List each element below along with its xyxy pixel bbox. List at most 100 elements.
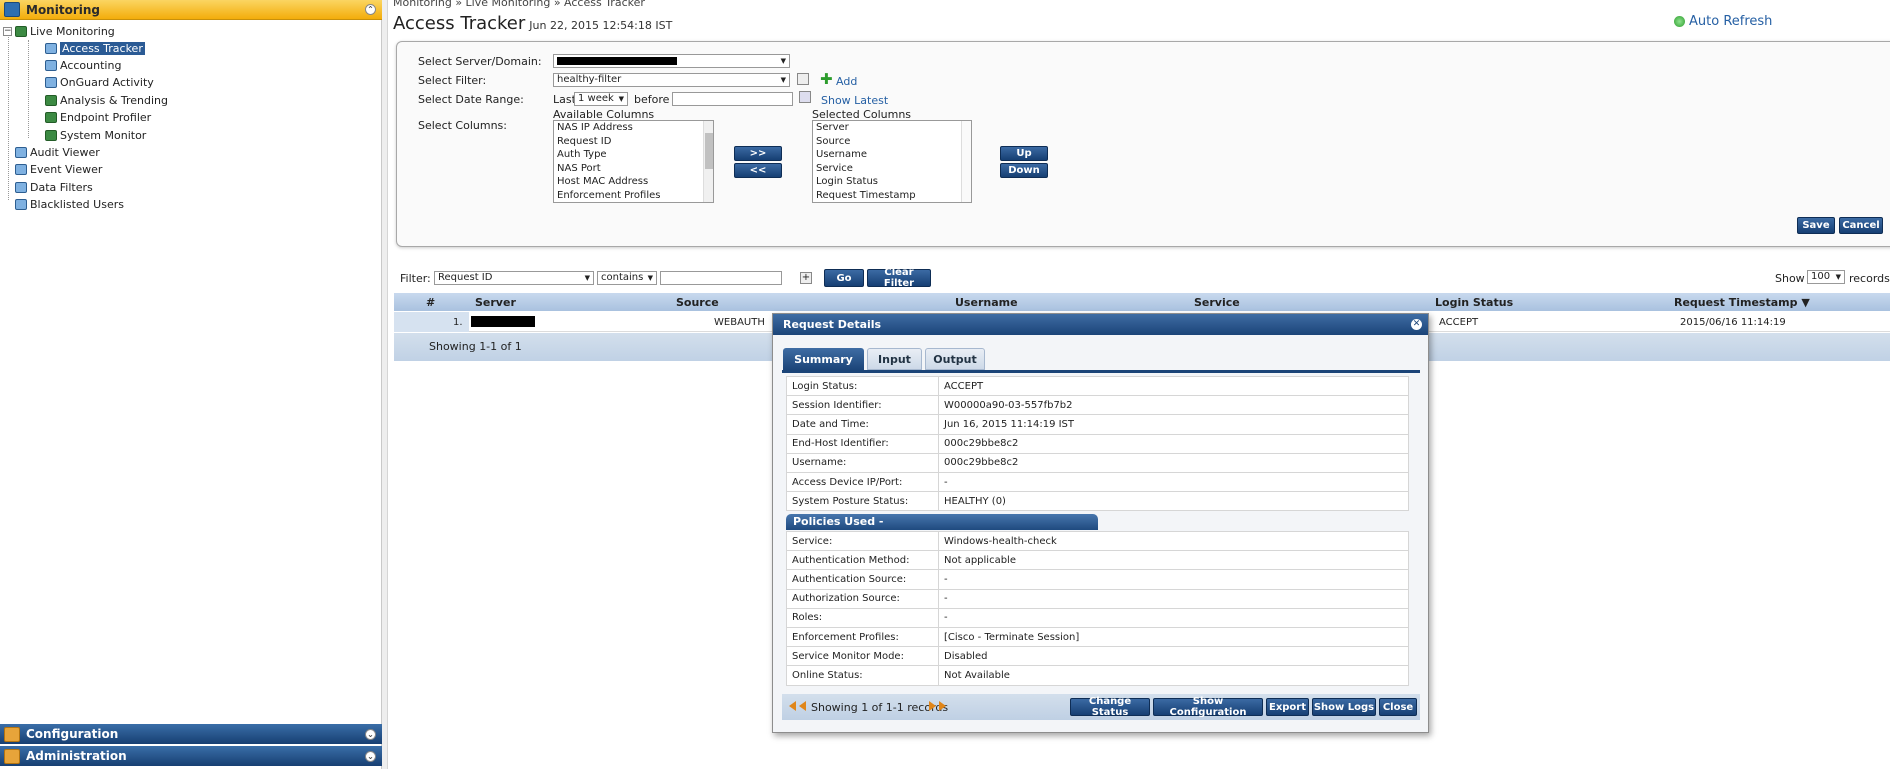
last-page-icon[interactable] <box>939 701 946 711</box>
move-down-button[interactable]: Down <box>1000 163 1048 178</box>
server-select[interactable] <box>553 54 790 68</box>
tree-item-accounting[interactable]: Accounting <box>45 57 121 73</box>
table-row: Username: 000c29bbe8c2 <box>786 452 1409 473</box>
tree-item-onguard-activity[interactable]: OnGuard Activity <box>45 74 154 90</box>
row-login-status: ACCEPT <box>1439 317 1479 328</box>
tree-item-audit-viewer[interactable]: Audit Viewer <box>15 144 100 160</box>
row-source: WEBAUTH <box>714 317 765 328</box>
page-size-select[interactable]: 100 <box>1807 270 1845 284</box>
policies-used-header[interactable]: Policies Used - <box>786 514 1098 530</box>
show-label: Show <box>1775 272 1805 285</box>
save-button[interactable]: Save <box>1797 217 1835 234</box>
accordion-administration[interactable]: Administration ⌄ <box>0 746 382 766</box>
filter-value-input[interactable] <box>660 271 782 285</box>
filter-select[interactable]: healthy-filter <box>553 73 790 87</box>
close-button[interactable]: Close <box>1379 698 1417 716</box>
previous-page-icon[interactable] <box>799 701 806 711</box>
cancel-button[interactable]: Cancel <box>1839 217 1883 234</box>
move-right-button[interactable]: >> <box>734 146 782 161</box>
column-header-request-timestamp[interactable]: Request Timestamp ▼ <box>1674 296 1810 309</box>
edit-filter-icon[interactable] <box>797 73 809 85</box>
filter-operator-select[interactable]: contains <box>597 271 657 285</box>
tree-item-analysis-trending[interactable]: Analysis & Trending <box>45 92 168 108</box>
list-item[interactable]: Service <box>813 162 971 176</box>
table-row: Login Status: ACCEPT <box>786 375 1409 397</box>
tree-item-live-monitoring[interactable]: − Live Monitoring <box>3 23 115 39</box>
show-logs-button[interactable]: Show Logs <box>1312 698 1376 716</box>
selected-columns-list[interactable]: Server Source Username Service Login Sta… <box>812 120 972 203</box>
dialog-titlebar[interactable]: Request Details ✕ <box>773 314 1428 335</box>
first-page-icon[interactable] <box>789 701 796 711</box>
calendar-icon[interactable] <box>799 91 811 103</box>
available-columns-list[interactable]: NAS IP Address Request ID Auth Type NAS … <box>553 120 714 203</box>
tree-item-event-viewer[interactable]: Event Viewer <box>15 161 102 177</box>
list-scrollbar[interactable] <box>961 121 971 202</box>
list-item[interactable]: Auth Type <box>554 148 713 162</box>
tree-item-system-monitor[interactable]: System Monitor <box>45 127 146 143</box>
administration-icon <box>4 748 20 764</box>
field-label: Username: <box>786 452 939 473</box>
audit-viewer-icon <box>15 146 27 158</box>
tab-input[interactable]: Input <box>867 348 922 370</box>
list-item[interactable]: Request ID <box>554 135 713 149</box>
list-item[interactable]: NAS Port <box>554 162 713 176</box>
move-left-button[interactable]: << <box>734 163 782 178</box>
add-icon[interactable]: ✚ <box>820 70 833 88</box>
column-header-num[interactable]: # <box>426 296 435 309</box>
list-scrollbar[interactable] <box>703 121 713 202</box>
move-up-button[interactable]: Up <box>1000 146 1048 161</box>
scrollbar-thumb[interactable] <box>705 133 713 169</box>
next-page-icon[interactable] <box>929 701 936 711</box>
tree-item-endpoint-profiler[interactable]: Endpoint Profiler <box>45 109 151 125</box>
export-button[interactable]: Export <box>1266 698 1309 716</box>
collapse-icon[interactable]: ⌃ <box>365 4 376 15</box>
list-item[interactable]: Enforcement Profiles <box>554 189 713 202</box>
date-range-select[interactable]: 1 week <box>574 92 628 106</box>
list-item[interactable]: Login Status <box>813 175 971 189</box>
tree-label: Accounting <box>60 58 122 72</box>
records-label: records <box>1849 272 1890 285</box>
tab-output[interactable]: Output <box>925 348 985 370</box>
list-item[interactable]: Server <box>813 121 971 135</box>
change-status-button[interactable]: Change Status <box>1070 696 1150 718</box>
column-header-username[interactable]: Username <box>955 296 1018 309</box>
list-item[interactable]: Source <box>813 135 971 149</box>
list-item[interactable]: NAS IP Address <box>554 121 713 135</box>
list-item[interactable]: Username <box>813 148 971 162</box>
breadcrumb[interactable]: Monitoring » Live Monitoring » Access Tr… <box>393 0 645 9</box>
field-value: Not Available <box>938 665 1409 686</box>
before-date-input[interactable] <box>672 92 793 106</box>
go-button[interactable]: Go <box>824 269 864 287</box>
accordion-configuration[interactable]: Configuration ⌄ <box>0 724 382 744</box>
show-latest-link[interactable]: Show Latest <box>821 94 888 107</box>
clear-filter-button[interactable]: Clear Filter <box>867 267 931 289</box>
field-value: 000c29bbe8c2 <box>938 433 1409 454</box>
pane-splitter[interactable] <box>382 0 388 769</box>
add-filter-row-icon[interactable]: + <box>800 272 812 284</box>
accordion-monitoring[interactable]: Monitoring ⌃ <box>0 0 382 20</box>
filter-field-select[interactable]: Request ID <box>434 271 594 285</box>
column-header-source[interactable]: Source <box>676 296 719 309</box>
list-item[interactable]: Request Timestamp <box>813 189 971 202</box>
show-configuration-button[interactable]: Show Configuration <box>1153 696 1263 718</box>
field-label: Online Status: <box>786 665 939 686</box>
columns-label: Select Columns: <box>418 119 507 132</box>
tree-label: Event Viewer <box>30 162 103 176</box>
column-header-service[interactable]: Service <box>1194 296 1240 309</box>
collapse-tree-icon[interactable]: − <box>3 26 12 36</box>
tab-summary[interactable]: Summary <box>783 348 864 370</box>
expand-icon[interactable]: ⌄ <box>365 750 376 762</box>
tree-item-access-tracker[interactable]: Access Tracker <box>45 40 145 56</box>
field-label: Access Device IP/Port: <box>786 471 939 493</box>
column-header-login-status[interactable]: Login Status <box>1435 296 1513 309</box>
grid-header: # Server Source Username Service Login S… <box>394 293 1890 311</box>
tree-item-blacklisted-users[interactable]: Blacklisted Users <box>15 196 124 212</box>
add-filter-link[interactable]: Add <box>836 75 857 88</box>
column-header-server[interactable]: Server <box>475 296 516 309</box>
tree-item-data-filters[interactable]: Data Filters <box>15 179 93 195</box>
close-icon[interactable]: ✕ <box>1411 319 1422 330</box>
list-item[interactable]: Host MAC Address <box>554 175 713 189</box>
auto-refresh-link[interactable]: Auto Refresh <box>1674 14 1772 29</box>
field-value: - <box>938 569 1409 590</box>
expand-icon[interactable]: ⌄ <box>365 728 376 740</box>
